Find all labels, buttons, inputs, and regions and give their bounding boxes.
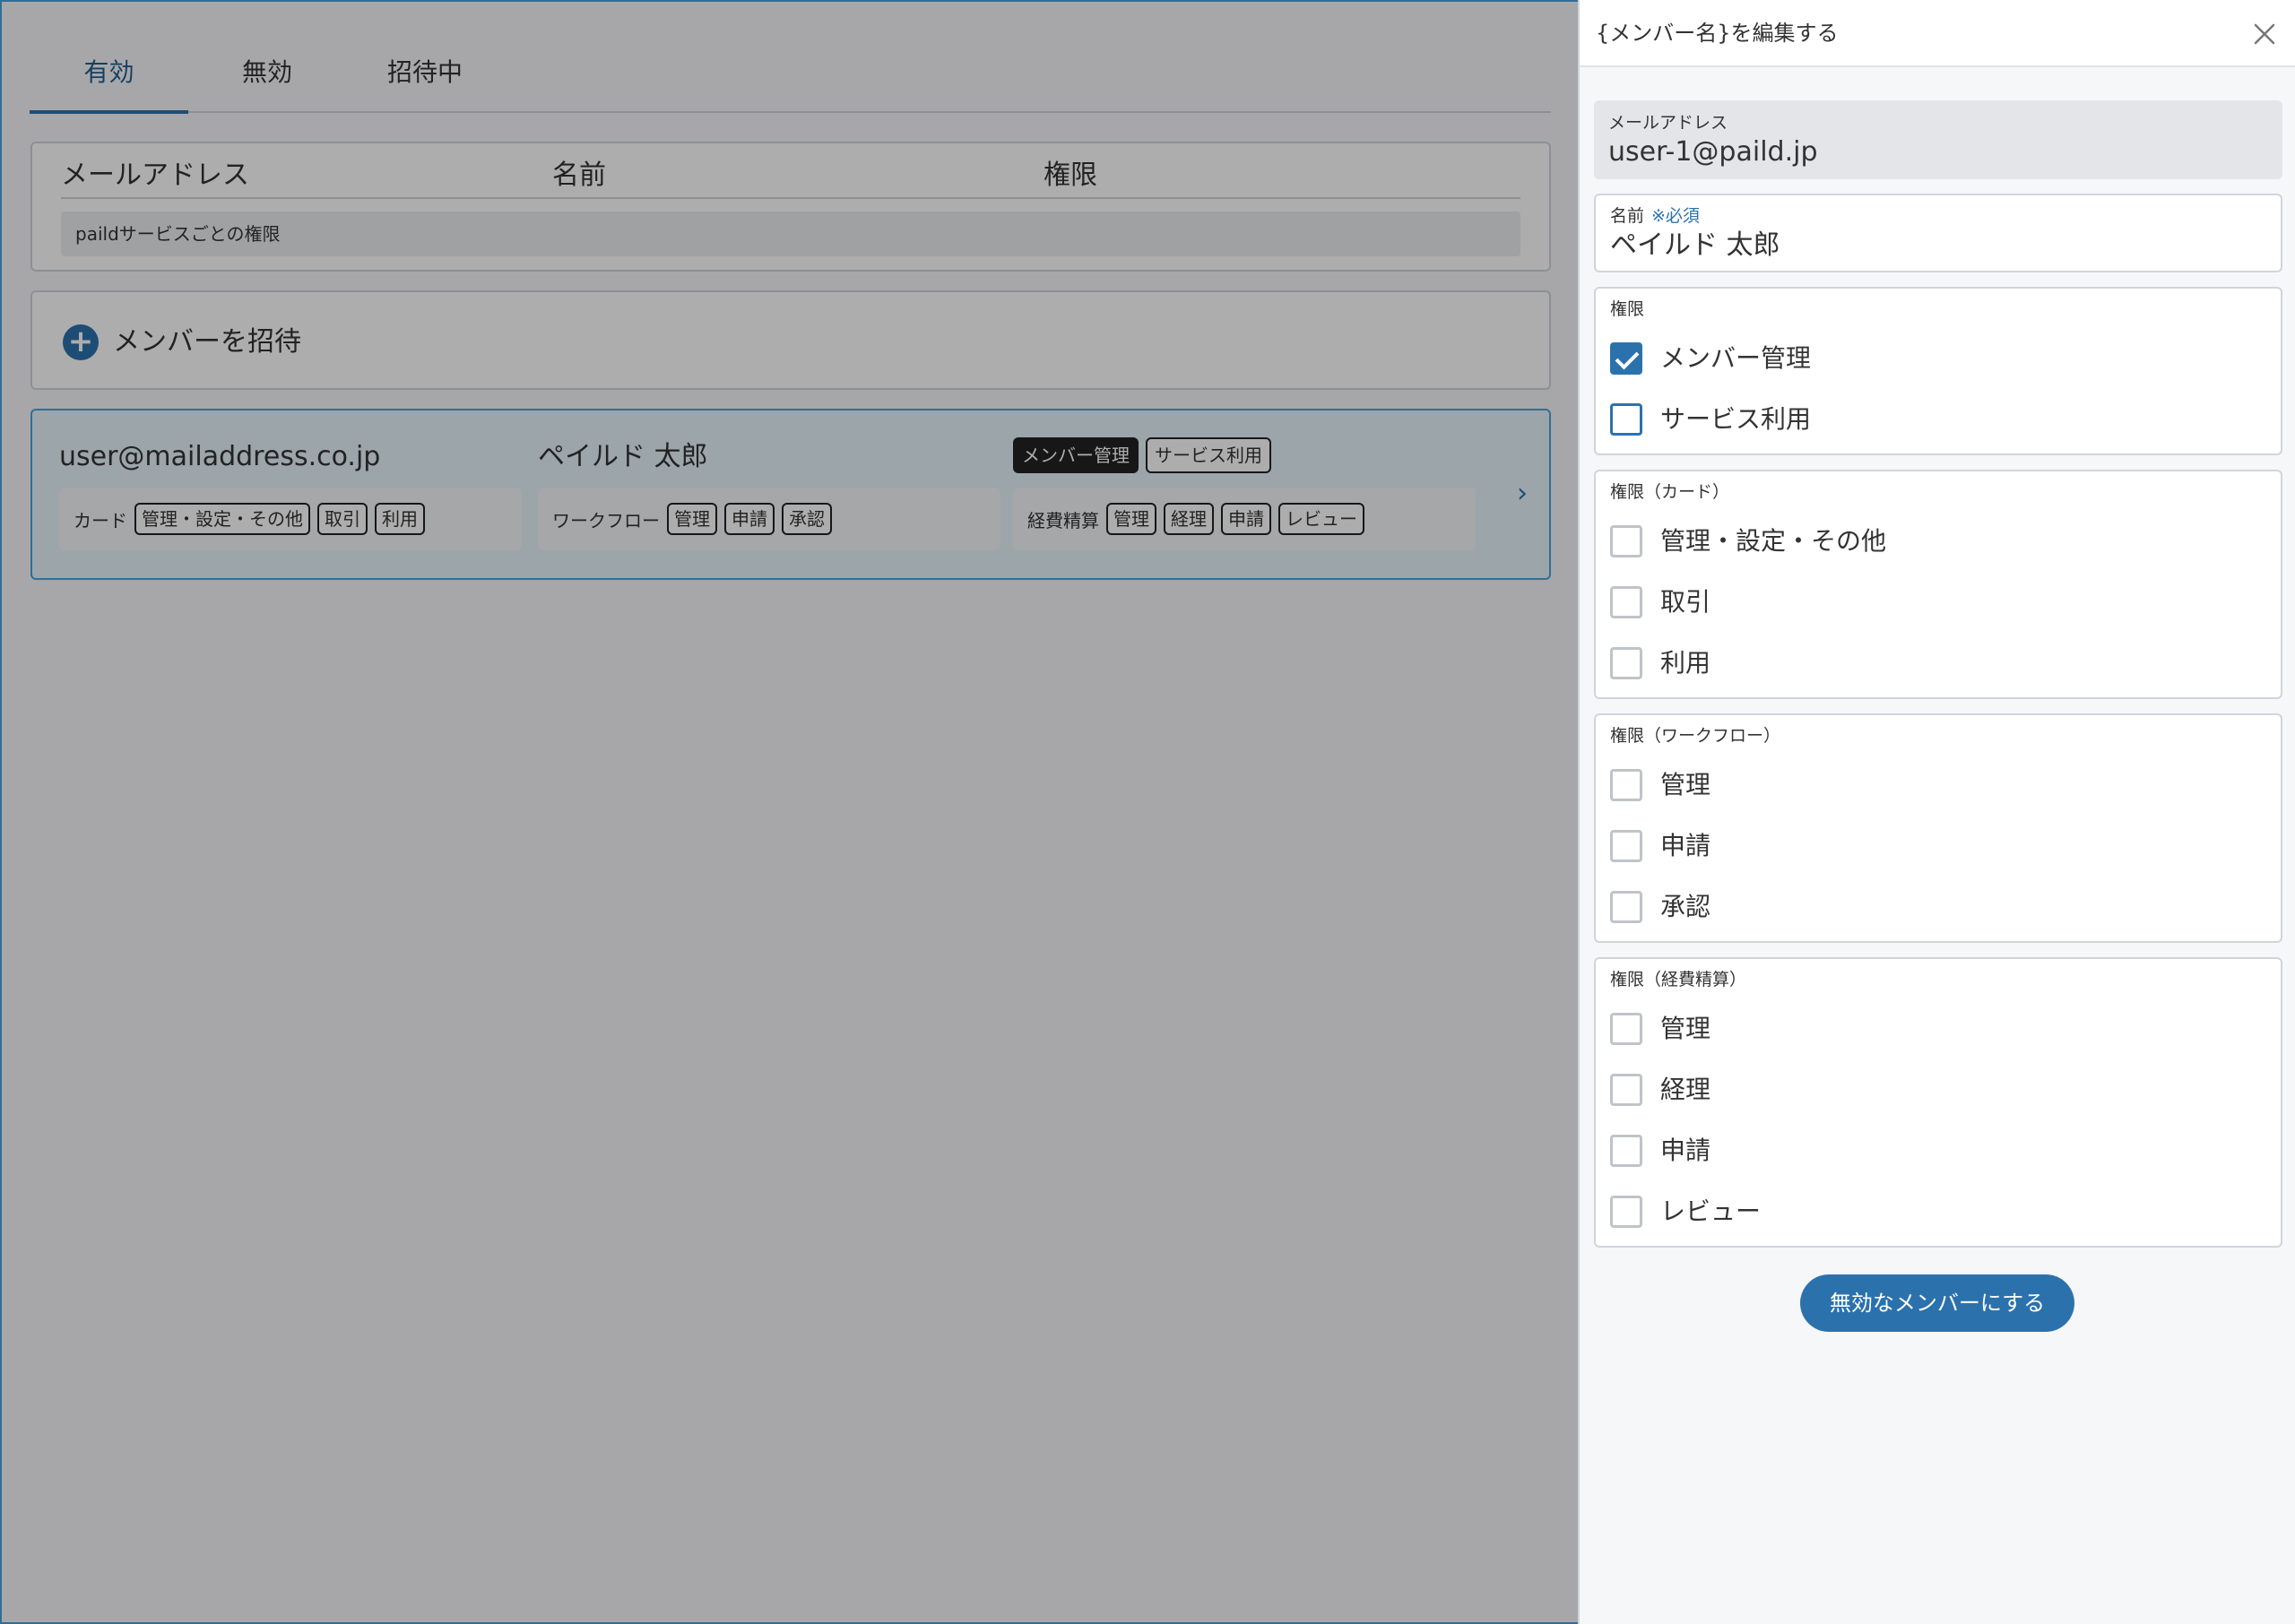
checkbox-label: 利用 (1660, 648, 1711, 678)
disable-member-button[interactable]: 無効なメンバーにする (1800, 1274, 2074, 1332)
checkbox-label: 承認 (1660, 892, 1711, 921)
checkbox-expense-admin[interactable]: 管理 (1610, 1007, 1710, 1050)
checkbox[interactable] (1610, 403, 1642, 436)
edit-member-drawer: {メンバー名}を編集する メールアドレス user-1@paild.jp 名前 ※… (1578, 0, 2295, 1624)
workflow-permission-group: 権限（ワークフロー） 管理 申請 承認 (1594, 713, 2282, 943)
drawer-title: {メンバー名}を編集する (1596, 21, 1839, 46)
name-label: 名前 ※必須 (1610, 206, 1700, 226)
checkbox[interactable] (1610, 1013, 1642, 1045)
checkbox-workflow-admin[interactable]: 管理 (1610, 764, 1710, 807)
checkbox-label: サービス利用 (1660, 404, 1812, 434)
checkbox-label: 申請 (1660, 831, 1711, 860)
checkbox-label: 管理 (1660, 1014, 1711, 1043)
card-permission-group: 権限（カード） 管理・設定・その他 取引 利用 (1594, 470, 2282, 699)
permission-group: 権限 メンバー管理 サービス利用 (1594, 287, 2282, 455)
checkbox-workflow-apply[interactable]: 申請 (1610, 825, 1710, 868)
checkbox[interactable] (1610, 1196, 1642, 1228)
checkbox-workflow-approve[interactable]: 承認 (1610, 885, 1710, 929)
card-group-label: 権限（カード） (1610, 482, 1730, 502)
name-field[interactable]: 名前 ※必須 ペイルド 太郎 (1594, 194, 2282, 272)
checkbox-expense-apply[interactable]: 申請 (1610, 1129, 1710, 1172)
modal-overlay[interactable] (0, 0, 1578, 1624)
checkbox-service-use[interactable]: サービス利用 (1610, 398, 1811, 441)
checkbox-label: 管理・設定・その他 (1660, 526, 1887, 556)
workflow-group-label: 権限（ワークフロー） (1610, 726, 1781, 746)
required-note: ※必須 (1651, 206, 1700, 226)
checkbox[interactable] (1610, 891, 1642, 923)
expense-group-label: 権限（経費精算） (1610, 970, 1747, 989)
email-field: メールアドレス user-1@paild.jp (1594, 100, 2282, 179)
checkbox-label: 取引 (1660, 587, 1711, 617)
expense-permission-group: 権限（経費精算） 管理 経理 申請 レビュー (1594, 957, 2282, 1248)
checkbox[interactable] (1610, 1074, 1642, 1106)
checkbox-expense-accounting[interactable]: 経理 (1610, 1068, 1710, 1111)
checkbox[interactable] (1610, 1135, 1642, 1167)
email-value: user-1@paild.jp (1608, 136, 1818, 168)
checkbox-expense-review[interactable]: レビュー (1610, 1190, 1761, 1233)
checkbox-label: レビュー (1660, 1196, 1762, 1226)
checkbox-label: 経理 (1660, 1075, 1711, 1104)
checkbox-label: 管理 (1660, 770, 1711, 799)
email-label: メールアドレス (1608, 113, 1728, 133)
checkbox[interactable] (1610, 830, 1642, 862)
checkbox-card-transaction[interactable]: 取引 (1610, 581, 1710, 624)
close-icon[interactable] (2248, 18, 2281, 50)
checkbox[interactable] (1610, 769, 1642, 801)
checkbox-label: 申請 (1660, 1136, 1711, 1165)
checkbox[interactable] (1610, 586, 1642, 618)
checkbox-member-management[interactable]: メンバー管理 (1610, 337, 1811, 380)
checkbox-label: メンバー管理 (1660, 343, 1812, 373)
checkbox-card-use[interactable]: 利用 (1610, 642, 1710, 685)
checkbox[interactable] (1610, 647, 1642, 679)
checkbox-card-admin[interactable]: 管理・設定・その他 (1610, 520, 1886, 563)
drawer-header: {メンバー名}を編集する (1580, 0, 2295, 67)
checkbox[interactable] (1610, 525, 1642, 557)
check-icon[interactable] (1610, 342, 1642, 375)
permission-group-label: 権限 (1610, 299, 1645, 319)
name-input[interactable]: ペイルド 太郎 (1610, 228, 1780, 263)
